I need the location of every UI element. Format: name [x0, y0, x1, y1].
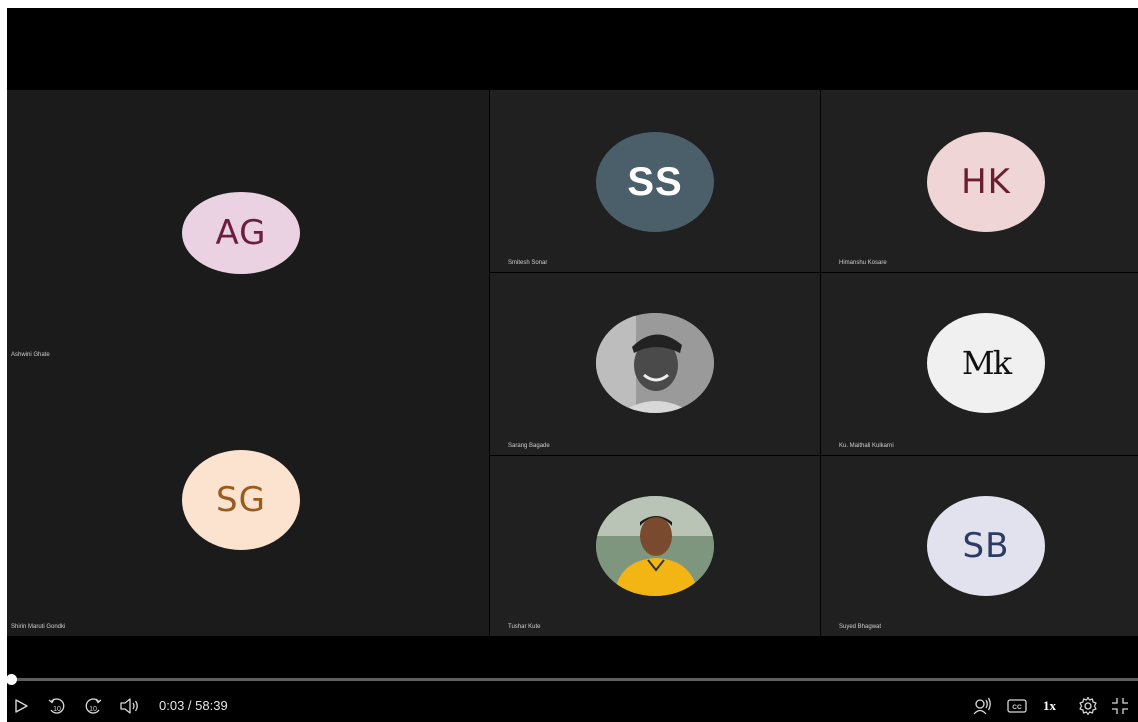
participant-name: Shirin Maruti Gondki	[11, 624, 66, 630]
settings-icon	[1079, 696, 1097, 716]
participant-avatar: SG	[182, 450, 300, 550]
avatar-initials: Mk	[961, 344, 1012, 382]
avatar-initials: SS	[627, 159, 683, 204]
participant-tile: SB Suyed Bhagwat	[821, 456, 1138, 636]
rewind-10-button[interactable]: 10	[45, 694, 69, 718]
participant-tile: AG Ashwini Ghate	[7, 90, 489, 364]
rewind-10-label: 10	[53, 706, 61, 713]
forward-10-label: 10	[89, 706, 97, 713]
person-photo-icon	[596, 496, 714, 596]
participant-name: Ku. Maithali Kulkarni	[839, 443, 894, 449]
fullscreen-exit-button[interactable]	[1108, 694, 1132, 718]
avatar-initials: AG	[215, 213, 267, 253]
avatar-initials: SB	[962, 526, 1010, 566]
person-photo-icon	[596, 313, 714, 413]
participant-photo	[596, 496, 714, 596]
video-player[interactable]: AG Ashwini Ghate SG Shirin Maruti Gondki…	[7, 8, 1138, 722]
volume-button[interactable]	[117, 694, 143, 718]
avatar-initials: SG	[216, 480, 266, 520]
participant-name: Suyed Bhagwat	[839, 624, 882, 630]
participant-name: Smitesh Sonar	[508, 260, 548, 266]
transcript-button[interactable]	[970, 694, 994, 718]
participant-name: Himanshu Kosare	[839, 260, 887, 266]
captions-icon: CC	[1007, 699, 1027, 713]
playback-speed-button[interactable]: 1x	[1043, 696, 1056, 716]
rewind-10-icon: 10	[48, 698, 65, 714]
participant-name: Tushar Kute	[508, 624, 541, 630]
participant-avatar: Mk	[927, 313, 1045, 413]
participant-tile: SS Smitesh Sonar	[490, 90, 820, 272]
transcript-icon	[973, 697, 991, 715]
participant-tile: Sarang Bagade	[490, 273, 820, 455]
settings-button[interactable]	[1076, 694, 1100, 718]
progress-thumb[interactable]	[7, 674, 17, 685]
forward-10-button[interactable]: 10	[81, 694, 105, 718]
avatar-initials: HK	[961, 162, 1011, 202]
participant-avatar: AG	[182, 192, 300, 274]
participant-name: Sarang Bagade	[508, 443, 550, 449]
participant-tile: HK Himanshu Kosare	[821, 90, 1138, 272]
participant-avatar: HK	[927, 132, 1045, 232]
participant-photo	[596, 313, 714, 413]
fullscreen-exit-icon	[1112, 698, 1128, 714]
volume-icon	[120, 698, 138, 714]
participant-tile: Tushar Kute	[490, 456, 820, 636]
forward-10-icon: 10	[85, 698, 102, 714]
participant-tile: Mk Ku. Maithali Kulkarni	[821, 273, 1138, 455]
participant-tile: SG Shirin Maruti Gondki	[7, 364, 489, 636]
participant-avatar: SS	[596, 132, 714, 232]
participant-name: Ashwini Ghate	[11, 352, 50, 358]
time-display: 0:03 / 58:39	[159, 698, 228, 713]
captions-button[interactable]: CC	[1005, 694, 1029, 718]
participant-avatar: SB	[927, 496, 1045, 596]
play-button[interactable]	[11, 694, 31, 718]
captions-label: CC	[1012, 704, 1022, 711]
progress-bar[interactable]	[7, 674, 1138, 685]
play-icon	[15, 699, 28, 713]
